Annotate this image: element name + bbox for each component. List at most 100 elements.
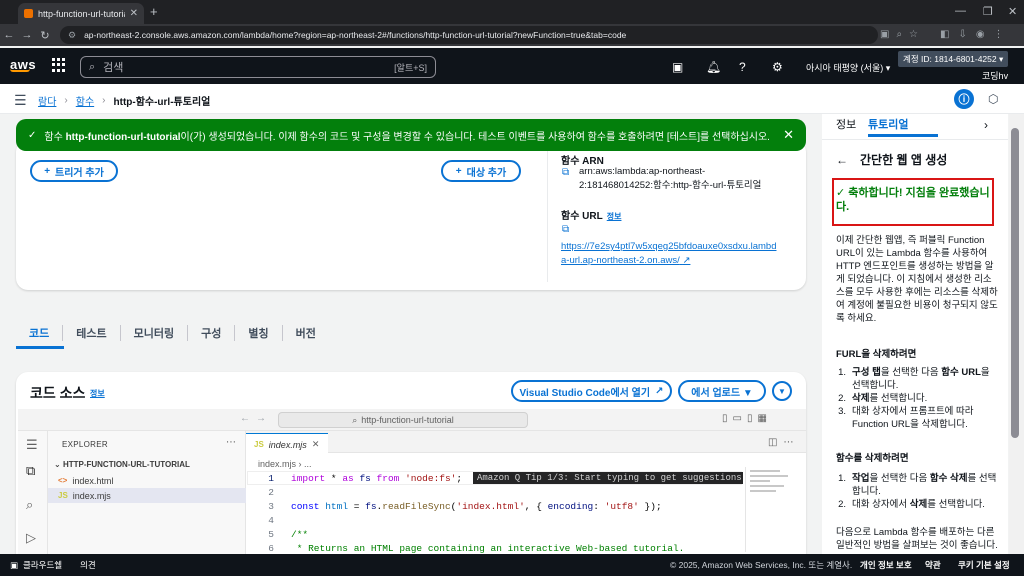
layout-icons[interactable]: ▯▭▯▦ [722,413,772,424]
copy-icon[interactable]: ⧉ [562,224,569,235]
add-destination-button[interactable]: + 대상 추가 [441,160,521,182]
tab-monitoring[interactable]: 모니터링 [121,325,189,341]
completion-message: ✓ 축하합니다! 지침을 완료했습니다. [836,187,990,213]
back-icon[interactable]: ← [0,29,18,41]
close-tab-icon[interactable]: ✕ [130,8,138,19]
success-flashbar: ✓ 함수 http-function-url-tutorial이(가) 생성되었… [16,119,806,151]
browser-extension-icons[interactable]: ◧⇩◉⋮ [940,29,1013,40]
editor-nav-arrows-icon[interactable]: ←→ [240,413,272,424]
step-number: 3. [838,406,846,417]
account-badge[interactable]: 계정 ID: 1814-6801-4252 ▾ [898,51,1009,67]
tab-tutorial[interactable]: 튜토리얼 [868,116,908,132]
editor-actions-icons[interactable]: ◫⋯ [768,437,799,448]
copyright-text: © 2025, Amazon Web Services, Inc. 또는 계열사… [670,560,853,570]
divider [547,146,548,282]
reload-icon[interactable]: ↻ [36,29,54,42]
terms-link[interactable]: 약관 [925,559,941,571]
tab-configuration[interactable]: 구성 [188,325,236,341]
cloudshell-button[interactable]: ▣ 클라우드쉘 [10,559,62,571]
search-input[interactable]: ⌕ 검색 [알트+S] [80,56,436,78]
tab-code[interactable]: 코드 [16,325,64,341]
tutorial-footer-text: 다음으로 Lambda 함수를 배포하는 다른 일반적인 방법을 살펴보는 것이… [836,527,998,551]
forward-icon[interactable]: → [18,29,36,41]
chevron-right-icon[interactable]: › [984,118,988,132]
cookie-preferences-link[interactable]: 쿠키 기본 설정 [958,559,1010,571]
breadcrumb-lambda[interactable]: 람다 [38,93,56,108]
step-item: 3. 대화 상자에서 프롬프트에 따라 Function URL을 삭제합니다. [836,405,998,431]
project-folder[interactable]: ⌄ HTTP-FUNCTION-URL-TUTORIAL [54,460,190,469]
code-line-1[interactable]: import * as fs from 'node:fs'; [291,473,462,484]
file-index-html[interactable]: <> index.html [48,473,246,488]
external-link-icon: ↗ [682,255,691,266]
aws-logo[interactable]: aws [10,57,36,72]
gear-icon[interactable]: ⚙ [772,60,783,74]
code-line-5[interactable]: /** [291,529,308,540]
search-icon[interactable]: ⌕ [26,497,33,513]
breadcrumb-functions[interactable]: 함수 [76,93,94,108]
bell-icon[interactable]: 🔔︎ [706,60,721,74]
site-info-icon[interactable]: ⚙ [68,30,76,41]
collapse-icon[interactable]: ▼ [772,381,792,401]
line-number: 4 [268,515,274,526]
editor-tabs [246,431,806,453]
active-tab-indicator [16,346,64,349]
browser-tab[interactable]: http-function-url-tutorial | 함수 ✕ [18,3,144,24]
hamburger-icon[interactable]: ☰ [26,437,38,453]
cloudshell-icon[interactable]: ▣ [672,60,683,74]
tutorial-description: 이제 간단한 웹앱, 즉 퍼블릭 Function URL이 있는 Lambda… [836,235,998,324]
user-menu[interactable]: 코딩hv [982,69,1008,82]
feedback-link[interactable]: 의견 [80,559,96,571]
tab-versions[interactable]: 버전 [283,325,329,341]
step-item: 2. 삭제를 선택합니다. [836,392,998,405]
services-grid-icon[interactable] [52,58,66,72]
privacy-link[interactable]: 개인 정보 보호 [860,559,912,571]
explorer-files-icon[interactable]: ⧉ [26,463,35,479]
help-icon[interactable]: ? [739,60,746,74]
scrollbar-thumb[interactable] [1011,128,1019,438]
close-icon[interactable]: ✕ [783,127,794,143]
code-source-info-link[interactable]: 정보 [90,388,105,399]
check-circle-icon: ✓ [836,187,846,199]
run-debug-icon[interactable]: ▷ [26,530,36,546]
amazon-q-tip: Amazon Q Tip 1/3: Start typing to get su… [473,472,743,484]
maximize-icon[interactable]: ❐ [983,5,993,18]
tab-aliases[interactable]: 별칭 [235,325,283,341]
code-line-6[interactable]: * Returns an HTML page containing an int… [291,543,685,554]
more-icon[interactable]: ⋯ [226,437,236,448]
line-number: 2 [268,487,274,498]
step-text: 삭제를 선택합니다. [852,393,928,404]
upload-from-button[interactable]: 에서 업로드 ▼ [678,380,766,402]
copy-icon[interactable]: ⧉ [562,167,569,178]
browser-action-icons[interactable]: ▣⌕☆ [880,29,925,40]
chevron-right-icon: › [64,95,68,106]
open-vscode-button[interactable]: Visual Studio Code에서 열기 ↗ [511,380,672,402]
code-source-title: 코드 소스 [30,385,86,401]
settings-icon[interactable]: ⬡ [988,92,998,106]
delete-url-steps: 1. 구성 탭을 선택한 다음 함수 URL을 선택합니다. 2. 삭제를 선택합니다… [836,366,998,431]
function-url-info-link[interactable]: 정보 [607,212,622,221]
close-window-icon[interactable]: ✕ [1008,5,1017,18]
add-trigger-button[interactable]: + 트리거 추가 [30,160,118,182]
function-url-link[interactable]: https://7e2sy4ptl7w5xqeg25bfdoauxe0xsdxu… [561,240,781,268]
info-panel-icon[interactable]: ⓘ [954,89,974,109]
editor-command-search[interactable]: ⌕ http-function-url-tutorial [278,412,528,428]
minimize-icon[interactable]: — [955,5,966,17]
file-index-mjs[interactable]: JS index.mjs [48,488,246,503]
url-text: ap-northeast-2.console.aws.amazon.com/la… [84,30,627,40]
tab-test[interactable]: 테스트 [63,325,121,341]
editor-tab-index-mjs[interactable]: JS index.mjs ✕ [246,433,328,455]
new-tab-button[interactable]: + [150,4,158,19]
line-number: 1 [268,473,274,484]
js-file-icon: JS [58,491,68,500]
minimap[interactable] [745,467,795,552]
back-arrow-icon[interactable]: ← [836,153,848,167]
step-text: 구성 탭을 선택한 다음 함수 URL을 선택합니다. [852,367,990,391]
function-arn-value: arn:aws:lambda:ap-northeast-2:1814680142… [579,166,762,191]
tutorial-title: 간단한 웹 앱 생성 [860,153,948,167]
menu-icon[interactable]: ☰ [14,92,27,109]
code-line-3[interactable]: const html = fs.readFileSync('index.html… [291,501,662,512]
tab-info[interactable]: 정보 [836,116,856,132]
region-selector[interactable]: 아시아 태평양 (서울) ▾ [806,61,890,74]
url-field[interactable]: ⚙ ap-northeast-2.console.aws.amazon.com/… [60,26,878,44]
close-icon[interactable]: ✕ [312,439,320,450]
